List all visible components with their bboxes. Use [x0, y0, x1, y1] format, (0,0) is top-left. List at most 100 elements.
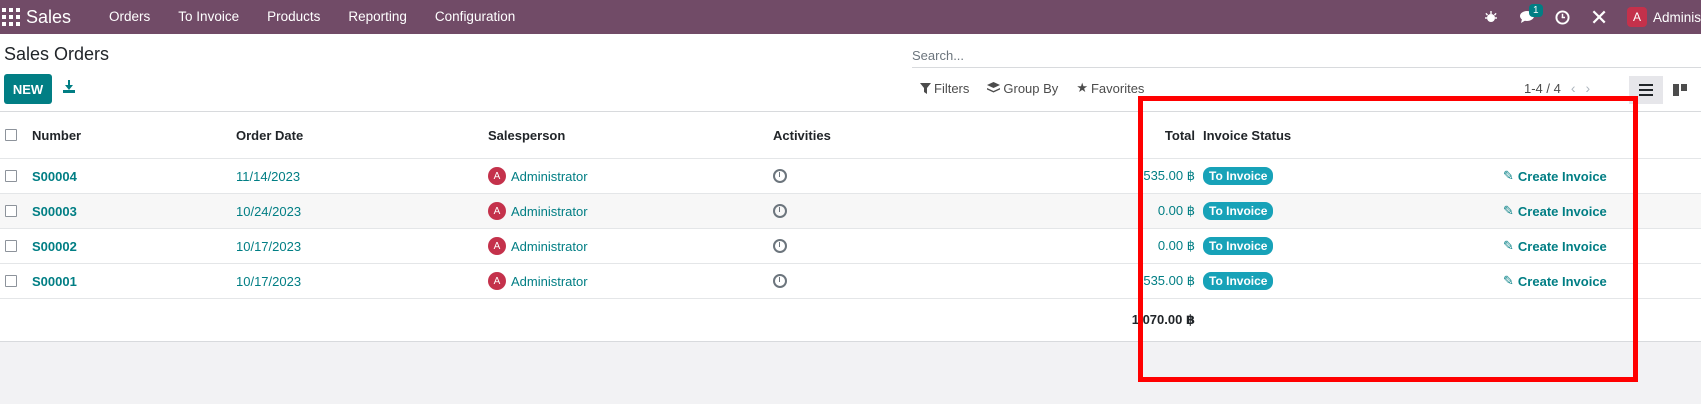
- status-badge: To Invoice: [1203, 237, 1274, 255]
- favorites-button[interactable]: ★ Favorites: [1076, 80, 1144, 96]
- column-header-salesperson[interactable]: Salesperson: [488, 112, 565, 158]
- salesperson-name: Administrator: [511, 273, 588, 289]
- messages-chat-icon[interactable]: 1: [1509, 0, 1545, 34]
- order-date[interactable]: 10/17/2023: [236, 264, 301, 298]
- search-panel-toggles: Filters Group By ★ Favorites: [920, 80, 1144, 96]
- order-total: 535.00 ฿: [1143, 168, 1195, 183]
- salesperson[interactable]: A Administrator: [488, 159, 588, 193]
- create-invoice-button[interactable]: ✎ Create Invoice: [1503, 159, 1607, 193]
- order-total: 0.00 ฿: [1157, 203, 1195, 218]
- filter-funnel-icon: [920, 82, 931, 94]
- order-date[interactable]: 10/17/2023: [236, 229, 301, 263]
- order-date[interactable]: 11/14/2023: [236, 159, 300, 193]
- activity-clock-icon[interactable]: [773, 194, 787, 228]
- salesperson-avatar: A: [488, 167, 506, 185]
- activity-clock-icon[interactable]: [773, 159, 787, 193]
- app-brand[interactable]: Sales: [26, 7, 71, 28]
- order-number[interactable]: S00001: [32, 264, 77, 298]
- salesperson-avatar: A: [488, 237, 506, 255]
- user-name: Adminis: [1652, 9, 1701, 25]
- filters-button[interactable]: Filters: [920, 80, 969, 96]
- sales-orders-list: Number Order Date Salesperson Activities…: [0, 112, 1701, 342]
- column-header-total[interactable]: Total: [1100, 112, 1195, 158]
- pager: 1-4 / 4 ‹ ›: [1524, 80, 1590, 96]
- edit-icon: ✎: [1503, 203, 1514, 218]
- page-title: Sales Orders: [4, 44, 110, 64]
- salesperson-avatar: A: [488, 202, 506, 220]
- salesperson[interactable]: A Administrator: [488, 229, 588, 263]
- edit-icon: ✎: [1503, 168, 1514, 183]
- create-invoice-button[interactable]: ✎ Create Invoice: [1503, 194, 1607, 228]
- salesperson[interactable]: A Administrator: [488, 194, 588, 228]
- star-icon: ★: [1076, 80, 1088, 95]
- apps-menu-icon[interactable]: [0, 6, 22, 28]
- order-number[interactable]: S00002: [32, 229, 77, 263]
- list-view-icon[interactable]: [1629, 76, 1663, 104]
- row-checkbox[interactable]: [5, 264, 19, 298]
- order-number[interactable]: S00003: [32, 194, 77, 228]
- message-count-badge: 1: [1528, 4, 1543, 17]
- groupby-label: Group By: [1003, 80, 1059, 96]
- table-row[interactable]: S00001 10/17/2023 A Administrator 535.00 …: [0, 264, 1701, 299]
- debug-bug-icon[interactable]: [1473, 0, 1509, 34]
- order-date[interactable]: 10/24/2023: [236, 194, 301, 228]
- invoice-status: To Invoice: [1203, 194, 1274, 228]
- status-badge: To Invoice: [1203, 167, 1274, 185]
- filters-label: Filters: [934, 80, 970, 96]
- pager-value[interactable]: 1-4 / 4: [1524, 81, 1561, 96]
- column-header-order-date[interactable]: Order Date: [236, 112, 303, 158]
- salesperson-name: Administrator: [511, 168, 588, 184]
- create-invoice-label: Create Invoice: [1517, 203, 1607, 219]
- activity-clock-icon[interactable]: [1545, 0, 1581, 34]
- download-icon[interactable]: [62, 80, 78, 96]
- kanban-view-icon[interactable]: [1663, 76, 1697, 104]
- table-row[interactable]: S00004 11/14/2023 A Administrator 535.00 …: [0, 159, 1701, 194]
- row-checkbox[interactable]: [5, 194, 19, 228]
- row-checkbox[interactable]: [5, 229, 19, 263]
- column-header-activities[interactable]: Activities: [773, 112, 831, 158]
- status-badge: To Invoice: [1203, 202, 1274, 220]
- user-menu[interactable]: A Adminis: [1617, 0, 1701, 34]
- view-switcher: [1629, 76, 1697, 104]
- menu-products[interactable]: Products: [253, 0, 334, 34]
- order-number[interactable]: S00004: [32, 159, 77, 193]
- create-invoice-label: Create Invoice: [1517, 273, 1607, 289]
- menu-reporting[interactable]: Reporting: [334, 0, 421, 34]
- table-footer-row: 1,070.00 ฿: [0, 299, 1701, 342]
- column-header-invoice-status[interactable]: Invoice Status: [1203, 112, 1291, 158]
- create-invoice-button[interactable]: ✎ Create Invoice: [1503, 229, 1607, 263]
- select-all-checkbox[interactable]: [5, 112, 19, 158]
- activity-clock-icon[interactable]: [773, 229, 787, 263]
- salesperson-name: Administrator: [511, 238, 588, 254]
- table-header-row: Number Order Date Salesperson Activities…: [0, 112, 1701, 159]
- main-menu: Orders To Invoice Products Reporting Con…: [95, 0, 529, 34]
- grand-total: 1,070.00 ฿: [1131, 312, 1195, 327]
- table-row[interactable]: S00002 10/17/2023 A Administrator 0.00 ฿ …: [0, 229, 1701, 264]
- table-row[interactable]: S00003 10/24/2023 A Administrator 0.00 ฿ …: [0, 194, 1701, 229]
- groupby-button[interactable]: Group By: [987, 80, 1058, 96]
- user-avatar: A: [1626, 7, 1647, 27]
- menu-orders[interactable]: Orders: [95, 0, 164, 34]
- salesperson[interactable]: A Administrator: [488, 264, 588, 298]
- order-total: 0.00 ฿: [1157, 238, 1195, 253]
- invoice-status: To Invoice: [1203, 229, 1274, 263]
- layers-icon: [987, 82, 1001, 93]
- menu-to-invoice[interactable]: To Invoice: [164, 0, 253, 34]
- search-input[interactable]: [912, 42, 1701, 68]
- pager-previous-icon[interactable]: ‹: [1571, 80, 1576, 96]
- invoice-status: To Invoice: [1203, 264, 1274, 298]
- column-header-number[interactable]: Number: [32, 112, 81, 158]
- create-invoice-button[interactable]: ✎ Create Invoice: [1503, 264, 1607, 298]
- activity-clock-icon[interactable]: [773, 264, 787, 298]
- favorites-label: Favorites: [1090, 80, 1145, 96]
- pager-next-icon[interactable]: ›: [1586, 80, 1591, 96]
- order-total: 535.00 ฿: [1143, 273, 1195, 288]
- row-checkbox[interactable]: [5, 159, 19, 193]
- create-invoice-label: Create Invoice: [1517, 168, 1607, 184]
- new-button[interactable]: NEW: [4, 74, 52, 104]
- edit-icon: ✎: [1503, 238, 1514, 253]
- create-invoice-label: Create Invoice: [1517, 238, 1607, 254]
- salesperson-name: Administrator: [511, 203, 588, 219]
- menu-configuration[interactable]: Configuration: [421, 0, 529, 34]
- settings-tools-icon[interactable]: [1581, 0, 1617, 34]
